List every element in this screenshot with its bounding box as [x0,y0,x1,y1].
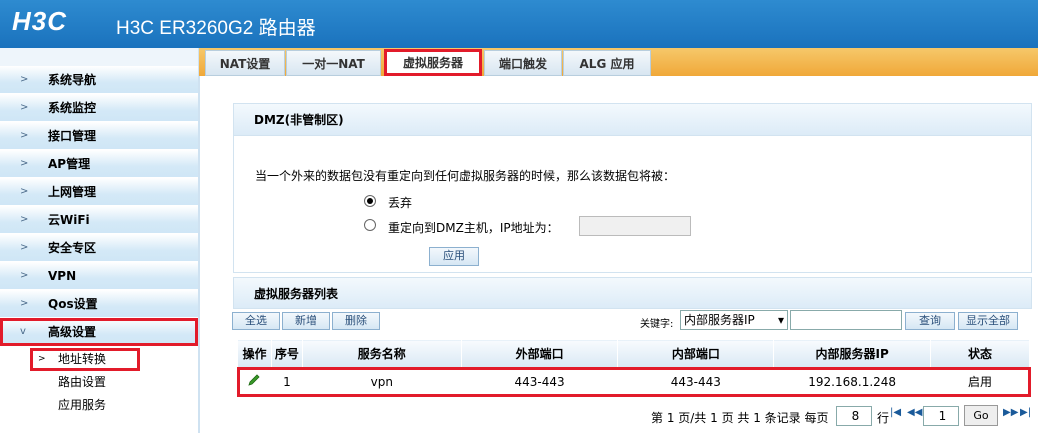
chevron-down-icon: ▾ [777,313,784,327]
tab-port-trigger[interactable]: 端口触发 [484,50,562,76]
chevron-right-icon: > [20,298,29,309]
chevron-right-icon: > [20,74,29,85]
sidebar-subitem-label: 地址转换 [58,352,107,366]
select-all-button[interactable]: 全选 [232,312,280,330]
delete-button[interactable]: 删除 [332,312,380,330]
chevron-right-icon: > [20,242,29,253]
sidebar-subitem-routing[interactable]: 路由设置 [0,371,198,394]
radio-redirect[interactable] [364,219,376,231]
dmz-description: 当一个外来的数据包没有重定向到任何虚拟服务器的时候，那么该数据包将被： [255,169,676,183]
keyword-select[interactable]: 内部服务器IP ▾ [680,310,788,330]
search-input[interactable] [790,310,902,330]
tab-virtual-server[interactable]: 虚拟服务器 [384,49,482,76]
chevron-right-icon: > [20,102,29,113]
sidebar-item-cloud-wifi[interactable]: > 云WiFi [0,206,198,234]
chevron-right-icon: > [20,130,29,141]
go-button[interactable]: Go [964,405,998,426]
cell-server-ip: 192.168.1.248 [808,374,897,389]
sidebar-item-interface[interactable]: > 接口管理 [0,122,198,150]
col-header: 内部端口 [617,339,775,368]
next-page-icon[interactable]: ▶▶ [1003,407,1018,418]
keyword-label: 关键字: [640,319,674,330]
dmz-title: DMZ(非管制区) [233,103,1032,136]
chevron-right-icon: > [20,158,29,169]
virtual-server-table: 操作 序号 服务名称 外部端口 内部端口 内部服务器IP 状态 1 vpn 44… [236,339,1031,397]
main-content: DMZ(非管制区) 当一个外来的数据包没有重定向到任何虚拟服务器的时候，那么该数… [199,76,1038,433]
cell-external-port: 443-443 [514,374,565,389]
sidebar-item-vpn[interactable]: > VPN [0,262,198,290]
add-button[interactable]: 新增 [282,312,330,330]
first-page-icon[interactable]: |◀ [890,407,901,418]
pagination-summary: 第 1 页/共 1 页 共 1 条记录 每页 [651,411,829,425]
chevron-down-icon: v [20,326,26,337]
sidebar-item-advanced[interactable]: v 高级设置 [0,318,198,346]
sidebar-item-label: 安全专区 [48,241,97,255]
col-header: 序号 [270,339,303,368]
sidebar-item-security[interactable]: > 安全专区 [0,234,198,262]
sidebar-item-label: VPN [48,269,77,283]
col-header: 内部服务器IP [773,339,932,368]
chevron-right-icon: > [38,354,46,364]
tab-one-to-one-nat[interactable]: 一对一NAT [286,50,381,76]
h3c-logo: H3C [12,6,68,36]
sidebar-item-ap[interactable]: > AP管理 [0,150,198,178]
page-input[interactable]: 1 [923,406,959,426]
chevron-right-icon: > [20,270,29,281]
sidebar-item-label: AP管理 [48,157,91,171]
apply-button[interactable]: 应用 [429,247,479,266]
col-header: 外部端口 [460,339,619,368]
last-page-icon[interactable]: ▶| [1020,407,1031,418]
col-header: 状态 [930,339,1030,368]
sidebar-item-label: 系统监控 [48,101,97,115]
show-all-button[interactable]: 显示全部 [958,312,1018,330]
sidebar-item-qos[interactable]: > Qos设置 [0,290,198,318]
sidebar-item-label: 高级设置 [48,325,97,339]
per-page-input[interactable]: 8 [836,406,872,426]
cell-index: 1 [283,374,291,389]
tab-bar: NAT设置 一对一NAT 虚拟服务器 端口触发 ALG 应用 [199,48,1038,76]
col-header: 操作 [237,339,272,368]
list-title: 虚拟服务器列表 [233,277,1032,309]
cell-name: vpn [370,374,393,389]
sidebar-item-label: 云WiFi [48,213,90,227]
sidebar-item-label: 上网管理 [48,185,97,199]
dmz-ip-field[interactable] [579,216,691,236]
sidebar-item-system-nav[interactable]: > 系统导航 [0,66,198,94]
sidebar-item-label: Qos设置 [48,297,98,311]
search-button[interactable]: 查询 [905,312,955,330]
sidebar: > 系统导航 > 系统监控 > 接口管理 > AP管理 > 上网管理 > 云WiFi > 安全… [0,48,199,433]
col-header: 服务名称 [301,339,462,368]
sidebar-item-label: 接口管理 [48,129,97,143]
radio-drop[interactable] [364,195,376,207]
edit-icon[interactable] [238,368,272,396]
app-title: H3C ER3260G2 路由器 [116,18,316,39]
app-header: H3C H3C ER3260G2 路由器 [0,0,1038,48]
sidebar-item-system-monitor[interactable]: > 系统监控 [0,94,198,122]
tab-nat-settings[interactable]: NAT设置 [205,50,285,76]
table-row: 1 vpn 443-443 443-443 192.168.1.248 启用 [236,366,1031,397]
keyword-select-value: 内部服务器IP [684,313,755,327]
radio-drop-label: 丢弃 [388,196,413,210]
chevron-right-icon: > [20,214,29,225]
prev-page-icon[interactable]: ◀◀ [907,407,922,418]
chevron-right-icon: > [20,186,29,197]
sidebar-subitem-label: 路由设置 [58,375,107,389]
sidebar-subitem-nat[interactable]: > 地址转换 [30,348,140,371]
sidebar-subitem-label: 应用服务 [58,398,107,412]
sidebar-subitem-app-service[interactable]: 应用服务 [0,394,198,417]
cell-status: 启用 [968,375,993,390]
table-header-row: 操作 序号 服务名称 外部端口 内部端口 内部服务器IP 状态 [237,339,1030,368]
tab-alg[interactable]: ALG 应用 [563,50,651,76]
sidebar-item-internet[interactable]: > 上网管理 [0,178,198,206]
sidebar-item-label: 系统导航 [48,73,97,87]
rows-label: 行 [877,411,890,425]
cell-internal-port: 443-443 [670,374,721,389]
radio-redirect-label: 重定向到DMZ主机，IP地址为： [388,221,559,235]
